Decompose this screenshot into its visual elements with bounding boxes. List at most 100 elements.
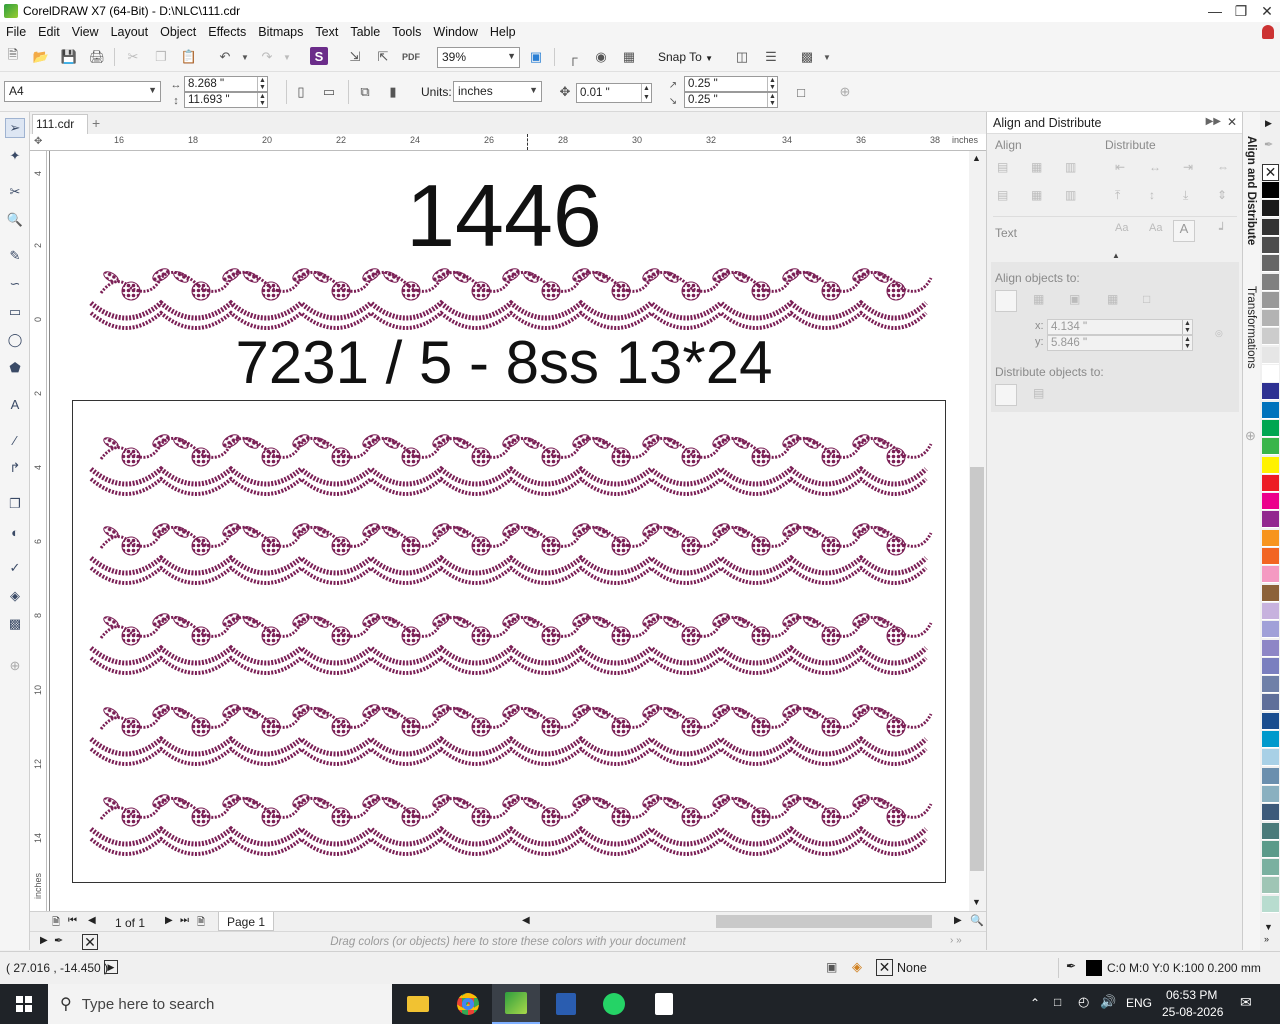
portrait-icon[interactable]: ▯ [292,83,310,101]
print-icon[interactable]: 🖨 [88,48,106,66]
distribute-bottom-icon[interactable]: ⤓ [1183,188,1201,204]
menu-table[interactable]: Table [344,25,386,39]
vertical-scrollbar[interactable]: ▲ ▼ [969,151,986,911]
color-swatch[interactable] [1262,548,1279,565]
view-modes-icon[interactable]: ◉ [592,48,610,66]
options-icon[interactable]: ◫ [733,48,751,66]
connector-tool-icon[interactable]: ↱ [5,458,25,478]
color-swatch[interactable] [1262,712,1279,730]
search-content-icon[interactable]: S [310,47,328,65]
menu-object[interactable]: Object [154,25,202,39]
volume-icon[interactable]: 🔊 [1100,994,1116,1010]
text-bounding-box-icon[interactable]: A [1173,220,1195,242]
specified-point-icon[interactable]: □ [1143,292,1161,308]
color-swatch[interactable] [1262,676,1279,694]
align-top-icon[interactable]: ▤ [997,188,1015,204]
page-tab[interactable]: Page 1 [218,912,275,931]
menu-text[interactable]: Text [309,25,344,39]
align-right-icon[interactable]: ▥ [1065,160,1083,176]
color-swatch[interactable] [1262,602,1279,620]
color-swatch[interactable] [1262,584,1279,602]
document-palette[interactable]: ▶ ✒ ✕ Drag colors (or objects) here to s… [30,931,986,951]
rulers-icon[interactable]: ┌ [564,48,582,66]
save-icon[interactable]: 💾 [60,48,78,66]
lace-row[interactable] [91,792,931,854]
zoom-fit-icon[interactable]: ▣ [527,48,545,66]
scroll-left-icon[interactable]: ◀ [522,915,530,926]
docker-tab-transformations[interactable]: Transformations [1245,286,1257,369]
pick-tool-icon[interactable]: ➢ [5,118,25,138]
chrome-icon[interactable] [444,984,492,1024]
drop-shadow-tool-icon[interactable]: ❐ [5,494,25,514]
color-swatch[interactable] [1262,346,1279,364]
distribute-right-icon[interactable]: ⇥ [1183,160,1201,176]
menu-effects[interactable]: Effects [202,25,252,39]
redo-dropdown-icon[interactable]: ▼ [278,48,296,66]
horizontal-scroll-thumb[interactable] [716,915,932,928]
color-swatch[interactable] [1262,474,1279,492]
lace-row[interactable] [91,432,931,494]
color-swatch[interactable] [1262,694,1279,712]
ellipse-tool-icon[interactable]: ◯ [5,330,25,350]
active-objects-icon[interactable] [995,290,1017,312]
color-swatch[interactable] [1262,328,1279,346]
horizontal-ruler[interactable]: ✥ 16 18 20 22 24 26 28 30 32 34 36 38 in… [30,134,986,151]
duplicate-x-field[interactable]: 0.25 " ▲ ▼ [684,76,778,92]
smart-fill-tool-icon[interactable]: ▩ [5,614,25,634]
align-center-v-icon[interactable]: ▦ [1031,188,1049,204]
export-icon[interactable]: ⇱ [374,48,392,66]
color-palette[interactable]: ▶ ✒ ✕ ▼ » [1260,112,1280,950]
undo-icon[interactable]: ↶ [216,48,234,66]
distribute-left-icon[interactable]: ⇤ [1115,160,1133,176]
crop-tool-icon[interactable]: ✂ [5,182,25,202]
color-swatch[interactable] [1262,639,1279,657]
color-swatch[interactable] [1262,895,1279,913]
menu-view[interactable]: View [66,25,105,39]
new-document-icon[interactable]: 🗎 [4,47,22,66]
last-page-icon[interactable]: ⏭ [180,915,189,926]
color-swatch[interactable] [1262,822,1279,840]
close-button[interactable]: ✕ [1254,0,1280,22]
target-point-icon[interactable]: ◎ [1215,328,1223,339]
menu-bitmaps[interactable]: Bitmaps [252,25,309,39]
next-page-icon[interactable]: ▶ [165,915,173,926]
color-swatch[interactable] [1262,785,1279,803]
x-coordinate-field[interactable]: 4.134 " ▲ ▼ [1047,319,1193,335]
palette-eyedropper-icon[interactable]: ✒ [1264,138,1273,151]
first-page-icon[interactable]: ⏮ [68,915,77,926]
color-swatch[interactable] [1262,236,1279,254]
restore-button[interactable]: ❐ [1228,0,1254,22]
calculator-icon[interactable] [640,984,688,1024]
user-icon[interactable] [1262,25,1274,39]
add-property-icon[interactable]: ⊕ [836,83,854,101]
align-bottom-icon[interactable]: ▥ [1065,188,1083,204]
menu-layout[interactable]: Layout [105,25,155,39]
collapse-section-icon[interactable]: ▲ [1112,251,1120,260]
scroll-up-icon[interactable]: ▲ [972,153,981,163]
color-swatch[interactable] [1262,767,1279,785]
align-left-icon[interactable]: ▤ [997,160,1015,176]
eyedropper-tool-icon[interactable]: ✓ [5,558,25,578]
coreldraw-taskbar-icon[interactable] [492,984,540,1024]
color-swatch[interactable] [1262,731,1279,748]
no-fill-swatch-icon[interactable]: ✕ [1262,164,1279,181]
color-swatch[interactable] [1262,310,1279,328]
menu-window[interactable]: Window [427,25,483,39]
launcher-dropdown-icon[interactable]: ▼ [818,48,836,66]
lace-border-motifs[interactable] [47,151,969,911]
color-swatch[interactable] [1262,529,1279,547]
publish-pdf-icon[interactable]: PDF [402,48,420,66]
page-size-combo[interactable]: A4 ▼ [4,81,161,102]
color-swatch[interactable] [1262,859,1279,877]
landscape-icon[interactable]: ▭ [320,83,338,101]
text-last-baseline-icon[interactable]: Aa [1149,222,1167,238]
color-swatch[interactable] [1262,438,1279,456]
shape-tool-icon[interactable]: ✦ [5,146,25,166]
color-swatch[interactable] [1262,365,1279,382]
extent-of-page-icon[interactable]: ▤ [1033,386,1051,402]
color-swatch[interactable] [1262,383,1279,401]
add-tool-icon[interactable]: ⊕ [5,656,25,676]
text-tool-icon[interactable]: A [5,394,25,414]
color-swatch[interactable] [1262,419,1279,437]
navigator-zoom-icon[interactable]: 🔍 [970,914,984,927]
